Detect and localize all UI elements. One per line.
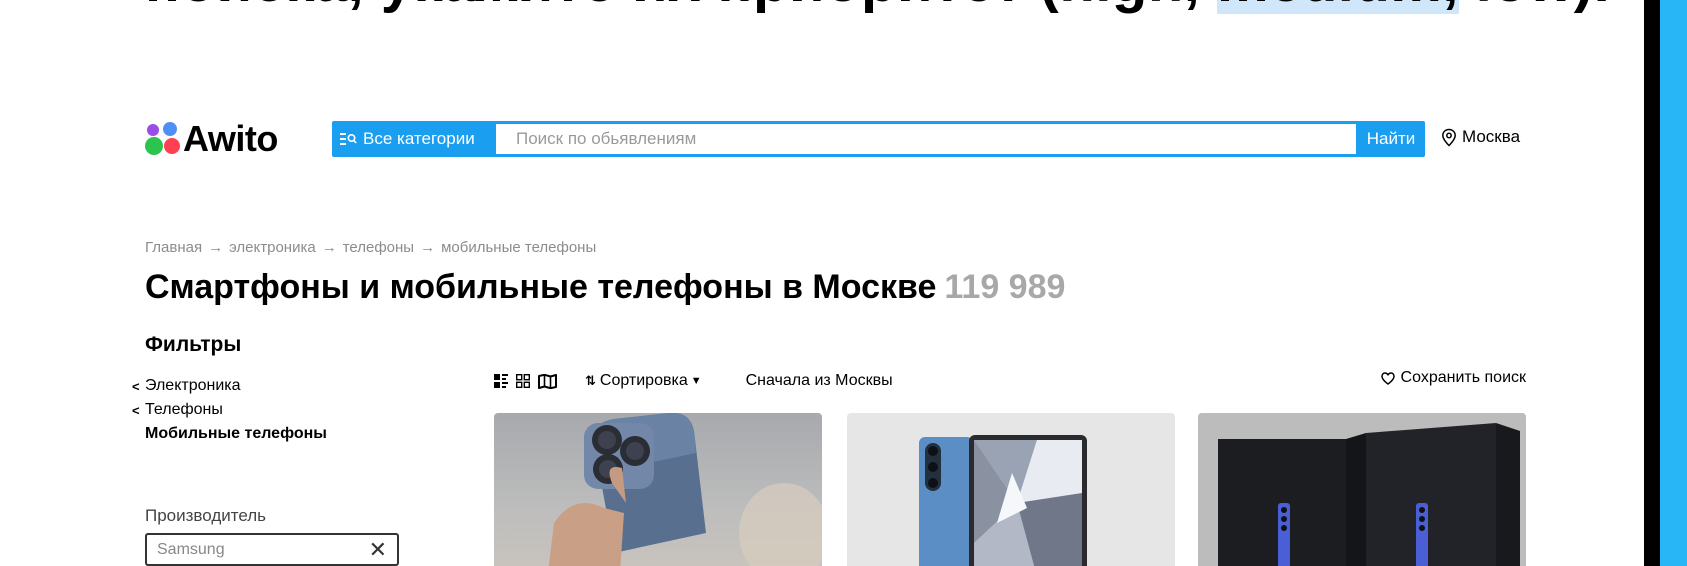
all-categories-button[interactable]: Все категории (332, 121, 483, 157)
results-count: 119 989 (944, 268, 1066, 306)
listing-card[interactable] (494, 413, 822, 566)
categories-search-icon (340, 133, 357, 145)
page-title: Смартфоны и мобильные телефоны в Москве 1… (145, 268, 1065, 307)
breadcrumb-item[interactable]: Главная (145, 239, 202, 256)
slide: поиска, укажите их приоритет (high, medi… (0, 0, 1644, 566)
filters-title: Фильтры (145, 333, 242, 356)
heart-icon (1380, 371, 1395, 385)
category-label: Мобильные телефоны (145, 425, 327, 442)
list-view-icon[interactable] (494, 374, 508, 388)
slide-title: поиска, укажите их приоритет (high, medi… (145, 0, 1610, 15)
find-button[interactable]: Найти (1357, 121, 1425, 157)
listing-card[interactable] (847, 413, 1175, 566)
logo-dot-red (164, 138, 180, 154)
chevron-left-icon: < (132, 402, 140, 418)
category-label: Телефоны (145, 401, 223, 418)
category-tree: < Электроника < Телефоны Мобильные телеф… (132, 374, 327, 446)
manufacturer-label: Производитель (145, 506, 267, 525)
category-label: Электроника (145, 377, 241, 394)
logo-dots-icon (145, 120, 181, 158)
slide-title-highlight: medium, (1217, 0, 1459, 14)
breadcrumb-item[interactable]: телефоны (343, 239, 414, 256)
listing-card[interactable] (1198, 413, 1526, 566)
breadcrumb-item[interactable]: электроника (229, 239, 316, 256)
breadcrumb-separator: → (321, 239, 337, 256)
listing-toolbar: ⇅ Сортировка ▼ Сначала из Москвы Сохрани… (494, 369, 1526, 393)
search-bar: Все категории Найти (332, 121, 1425, 157)
logo-text: Awito (183, 118, 278, 159)
grid-view-icon[interactable] (516, 374, 530, 388)
logo-dot-blue (163, 122, 177, 136)
breadcrumb-separator: → (208, 239, 224, 256)
side-accent-strip (1660, 0, 1687, 566)
save-search-label: Сохранить поиск (1400, 369, 1526, 386)
breadcrumb-item[interactable]: мобильные телефоны (441, 239, 596, 256)
sort-label: Сортировка (599, 372, 688, 389)
category-item-mobile-phones[interactable]: Мобильные телефоны (132, 422, 327, 446)
slide-title-part: поиска, укажите их приоритет (high, (145, 0, 1217, 14)
category-item-electronics[interactable]: < Электроника (132, 374, 327, 398)
listing-photo-iphone (548, 413, 822, 566)
breadcrumb: Главная → электроника → телефоны → мобил… (145, 239, 596, 256)
sort-arrows-icon: ⇅ (585, 373, 596, 388)
listing-photo-boxes (1198, 413, 1526, 566)
manufacturer-field[interactable]: Samsung ✕ (145, 533, 399, 566)
search-input[interactable] (496, 124, 1356, 154)
chevron-down-icon: ▼ (690, 375, 702, 387)
logo-dot-green (145, 137, 163, 155)
location-label: Москва (1462, 127, 1521, 146)
view-switcher (494, 373, 557, 389)
save-search-button[interactable]: Сохранить поиск (1380, 369, 1526, 387)
map-view-icon[interactable] (538, 373, 557, 389)
breadcrumb-separator: → (420, 239, 436, 256)
logo[interactable]: Awito (145, 118, 278, 160)
listing-photo-fold-phone (919, 435, 1087, 566)
location-selector[interactable]: Москва (1441, 127, 1520, 147)
chevron-left-icon: < (132, 378, 140, 394)
all-categories-label: Все категории (363, 129, 475, 148)
moscow-first-option[interactable]: Сначала из Москвы (746, 372, 893, 390)
manufacturer-placeholder: Samsung (157, 540, 225, 558)
location-pin-icon (1442, 128, 1456, 147)
slide-title-part: low). (1459, 0, 1610, 14)
clear-icon[interactable]: ✕ (369, 539, 387, 561)
category-item-phones[interactable]: < Телефоны (132, 398, 327, 422)
sort-dropdown[interactable]: ⇅ Сортировка ▼ (585, 372, 702, 390)
page-title-text: Смартфоны и мобильные телефоны в Москве (145, 268, 937, 306)
logo-dot-purple (147, 124, 159, 136)
